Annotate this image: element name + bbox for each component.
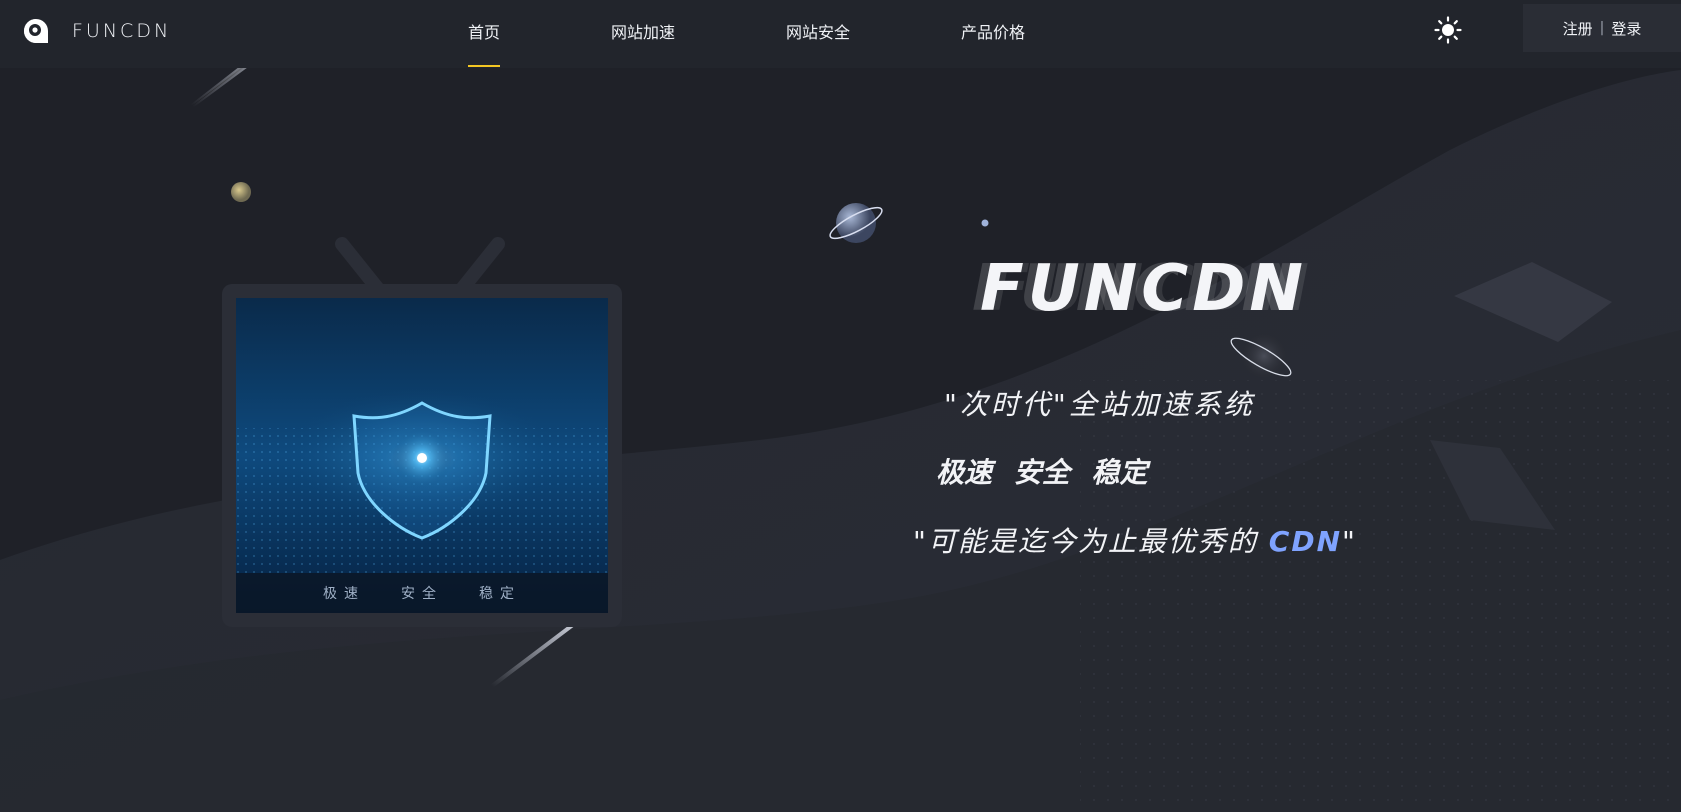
dark-ringed-planet-icon [1230, 334, 1292, 378]
hero-brand-title: FUNCDN [980, 252, 1307, 326]
auth-box: 注册 | 登录 [1523, 4, 1681, 52]
tv-caption-item: 安全 [401, 586, 443, 602]
nav-item-site-security[interactable]: 网站安全 [786, 19, 850, 43]
hero-slogan-features: 极速 安全 稳定 [936, 456, 1148, 489]
meteor-bottom [490, 622, 576, 688]
tv-caption-item: 极速 [323, 586, 365, 602]
hero-slogan-best-cdn-suffix: " [1342, 525, 1357, 558]
nav-item-home[interactable]: 首页 [468, 19, 501, 67]
logo-text: FUNCDN [72, 20, 172, 42]
shield-illustration [236, 298, 608, 613]
small-star-dot [981, 219, 989, 227]
tv-frame: 极速 安全 稳定 [222, 284, 622, 627]
hero-slogan-next-gen: "次时代"全站加速系统 [944, 388, 1255, 421]
hero-slogan-cdn-accent: CDN [1268, 525, 1343, 558]
logo-icon [24, 19, 48, 43]
ringed-planet-icon [829, 203, 883, 243]
register-link[interactable]: 注册 [1563, 18, 1593, 39]
login-link[interactable]: 登录 [1611, 18, 1641, 39]
small-planet-gold [231, 182, 251, 202]
hero-slogan-best-cdn-prefix: "可能是迄今为止最优秀的 [913, 525, 1269, 558]
tv-caption-item: 稳定 [479, 586, 521, 602]
top-navbar: FUNCDN 首页 网站加速 网站安全 产品价格 注册 | 登录 [0, 0, 1681, 68]
nav-item-site-acceleration[interactable]: 网站加速 [611, 19, 675, 43]
hero-slogan-best-cdn: "可能是迄今为止最优秀的 CDN" [913, 520, 1357, 560]
sun-icon[interactable] [1434, 16, 1462, 44]
tv-screen: 极速 安全 稳定 [236, 298, 608, 613]
tv-caption: 极速 安全 稳定 [236, 573, 608, 613]
auth-separator: | [1599, 20, 1605, 36]
nav-item-pricing[interactable]: 产品价格 [961, 19, 1025, 43]
logo[interactable]: FUNCDN [22, 16, 171, 46]
